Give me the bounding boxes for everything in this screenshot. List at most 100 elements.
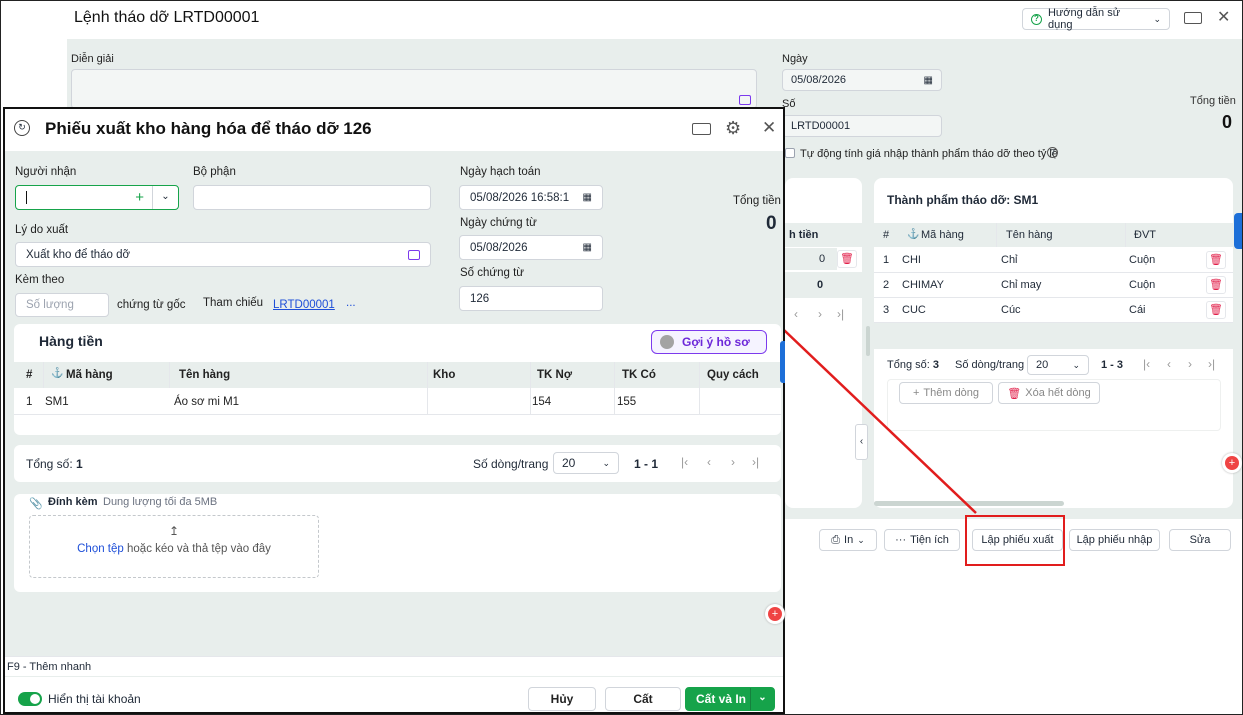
goods-range: 1 - 1 (634, 457, 659, 471)
file-dropzone[interactable]: ↥ Chọn tệp hoặc kéo và thả tệp vào đây (29, 515, 319, 578)
suggest-label: Gợi ý hồ sơ (682, 335, 750, 349)
reason-value: Xuất kho để tháo dỡ (26, 248, 131, 261)
shortcut-hint: F9 - Thêm nhanh (7, 661, 92, 673)
shortcut-bar: F9 - Thêm nhanh (5, 656, 783, 676)
col-divider (530, 362, 531, 388)
export-slip-dialog: ↻ Phiếu xuất kho hàng hóa để tháo dỡ 126… (3, 107, 785, 714)
quantity-placeholder: Số lượng (26, 299, 74, 311)
goods-col-debit: TK Nợ (537, 369, 573, 381)
department-field[interactable] (193, 185, 431, 210)
attachment-limit: Dung lượng tối đa 5MB (103, 496, 218, 508)
goods-pager (14, 445, 781, 482)
dialog-title: Phiếu xuất kho hàng hóa để tháo dỡ 126 (45, 119, 372, 138)
ai-icon[interactable] (408, 249, 420, 260)
col-divider (427, 362, 428, 388)
prev-page-icon[interactable]: ‹ (707, 455, 711, 469)
gear-icon[interactable]: ⚙ (725, 118, 741, 139)
cancel-label: Hủy (550, 692, 574, 706)
avatar-icon (660, 335, 674, 349)
screen: Lệnh tháo dỡ LRTD00001 ? Hướng dẫn sử dụ… (0, 0, 1243, 715)
cancel-button[interactable]: Hủy (528, 687, 596, 711)
goods-table-header: # ⚓ Mã hàng Tên hàng Kho TK Nợ TK Có Quy… (14, 362, 781, 388)
pin-icon[interactable]: ⚓ (51, 368, 63, 379)
col-divider (614, 362, 615, 388)
row-idx: 1 (26, 396, 33, 408)
attach-label: Kèm theo (15, 274, 65, 286)
goods-col-name: Tên hàng (179, 369, 231, 381)
col-divider (614, 388, 615, 415)
row-name: Áo sơ mi M1 (174, 396, 240, 408)
posting-date-label: Ngày hạch toán (460, 166, 541, 178)
goods-col-warehouse: Kho (433, 369, 456, 381)
assistant-icon: + (768, 607, 782, 621)
goods-rows-per-page-select[interactable]: 20 ⌄ (553, 452, 619, 474)
close-icon[interactable]: ✕ (762, 118, 776, 138)
save-print-button[interactable]: Cất và In ⌄ (685, 687, 775, 711)
calendar-icon: ▦ (582, 192, 592, 203)
history-icon[interactable]: ↻ (14, 120, 30, 136)
show-accounts-toggle[interactable] (18, 692, 42, 706)
paperclip-icon: 📎 (29, 498, 43, 510)
original-docs-label: chứng từ gốc (117, 299, 186, 311)
reference-more[interactable]: ... (346, 297, 356, 309)
goods-rows-per-page-label: Số dòng/trang (473, 457, 549, 471)
suggest-button[interactable]: Gợi ý hồ sơ (651, 330, 767, 354)
doc-no-value: 126 (470, 292, 490, 305)
dialog-total-label: Tổng tiền (733, 195, 781, 207)
calendar-icon: ▦ (582, 242, 592, 253)
posting-date-value: 05/08/2026 16:58:1 (470, 191, 570, 204)
doc-date-value: 05/08/2026 (470, 241, 528, 254)
choose-file-link[interactable]: Chọn tệp (77, 543, 124, 555)
goods-total-label: Tổng số: (26, 457, 73, 471)
col-divider (43, 362, 44, 388)
col-divider (699, 362, 700, 388)
reference-label: Tham chiếu (203, 297, 264, 309)
first-page-icon[interactable]: |‹ (681, 455, 688, 469)
upload-icon: ↥ (168, 524, 180, 538)
quantity-field[interactable]: Số lượng (15, 293, 109, 317)
goods-col-idx: # (26, 369, 33, 381)
save-button[interactable]: Cất (605, 687, 681, 711)
doc-no-field[interactable]: 126 (459, 286, 603, 311)
next-page-icon[interactable]: › (731, 455, 735, 469)
chevron-down-icon[interactable]: ⌄ (750, 688, 774, 710)
table-row[interactable]: 1 SM1 Áo sơ mi M1 154 155 (14, 388, 781, 415)
goods-total-count: 1 (76, 457, 83, 471)
reference-link[interactable]: LRTD00001 (273, 299, 335, 311)
goods-rows-per-page-value: 20 (562, 456, 576, 470)
row-debit: 154 (532, 396, 552, 408)
doc-no-label: Số chứng từ (460, 267, 524, 279)
attachment-label: Đính kèm (48, 496, 98, 508)
posting-date-field[interactable]: 05/08/2026 16:58:1 ▦ (459, 185, 603, 210)
goods-col-credit: TK Có (622, 369, 656, 381)
doc-date-field[interactable]: 05/08/2026 ▦ (459, 235, 603, 260)
last-page-icon[interactable]: ›| (752, 455, 759, 469)
recipient-field[interactable]: + ⌄ (15, 185, 179, 210)
goods-total: Tổng số: 1 (26, 457, 83, 471)
reason-label: Lý do xuất (15, 224, 69, 236)
doc-date-label: Ngày chứng từ (460, 217, 537, 229)
col-divider (427, 388, 428, 415)
col-divider (169, 362, 170, 388)
col-divider (530, 388, 531, 415)
add-recipient-icon[interactable]: + (135, 189, 144, 206)
goods-col-code: Mã hàng (66, 369, 113, 381)
assistant-fab[interactable]: + (765, 604, 785, 624)
chevron-down-icon[interactable]: ⌄ (152, 186, 178, 209)
save-print-label: Cất và In (696, 692, 747, 706)
goods-tab[interactable]: Hàng tiền (39, 333, 103, 349)
chevron-down-icon: ⌄ (602, 457, 610, 468)
dialog-total-value: 0 (766, 213, 777, 234)
goods-col-spec: Quy cách (707, 369, 759, 381)
side-tab-handle[interactable] (780, 341, 785, 383)
show-accounts-label: Hiển thị tài khoản (48, 692, 141, 706)
drop-text: hoặc kéo và thả tệp vào đây (127, 543, 271, 555)
keyboard-icon[interactable] (692, 123, 711, 135)
recipient-label: Người nhận (15, 166, 77, 178)
row-credit: 155 (617, 396, 637, 408)
text-cursor (26, 191, 27, 204)
save-label: Cất (633, 692, 653, 706)
col-divider (699, 388, 700, 415)
row-code: SM1 (45, 396, 69, 408)
reason-field[interactable]: Xuất kho để tháo dỡ (15, 242, 431, 267)
